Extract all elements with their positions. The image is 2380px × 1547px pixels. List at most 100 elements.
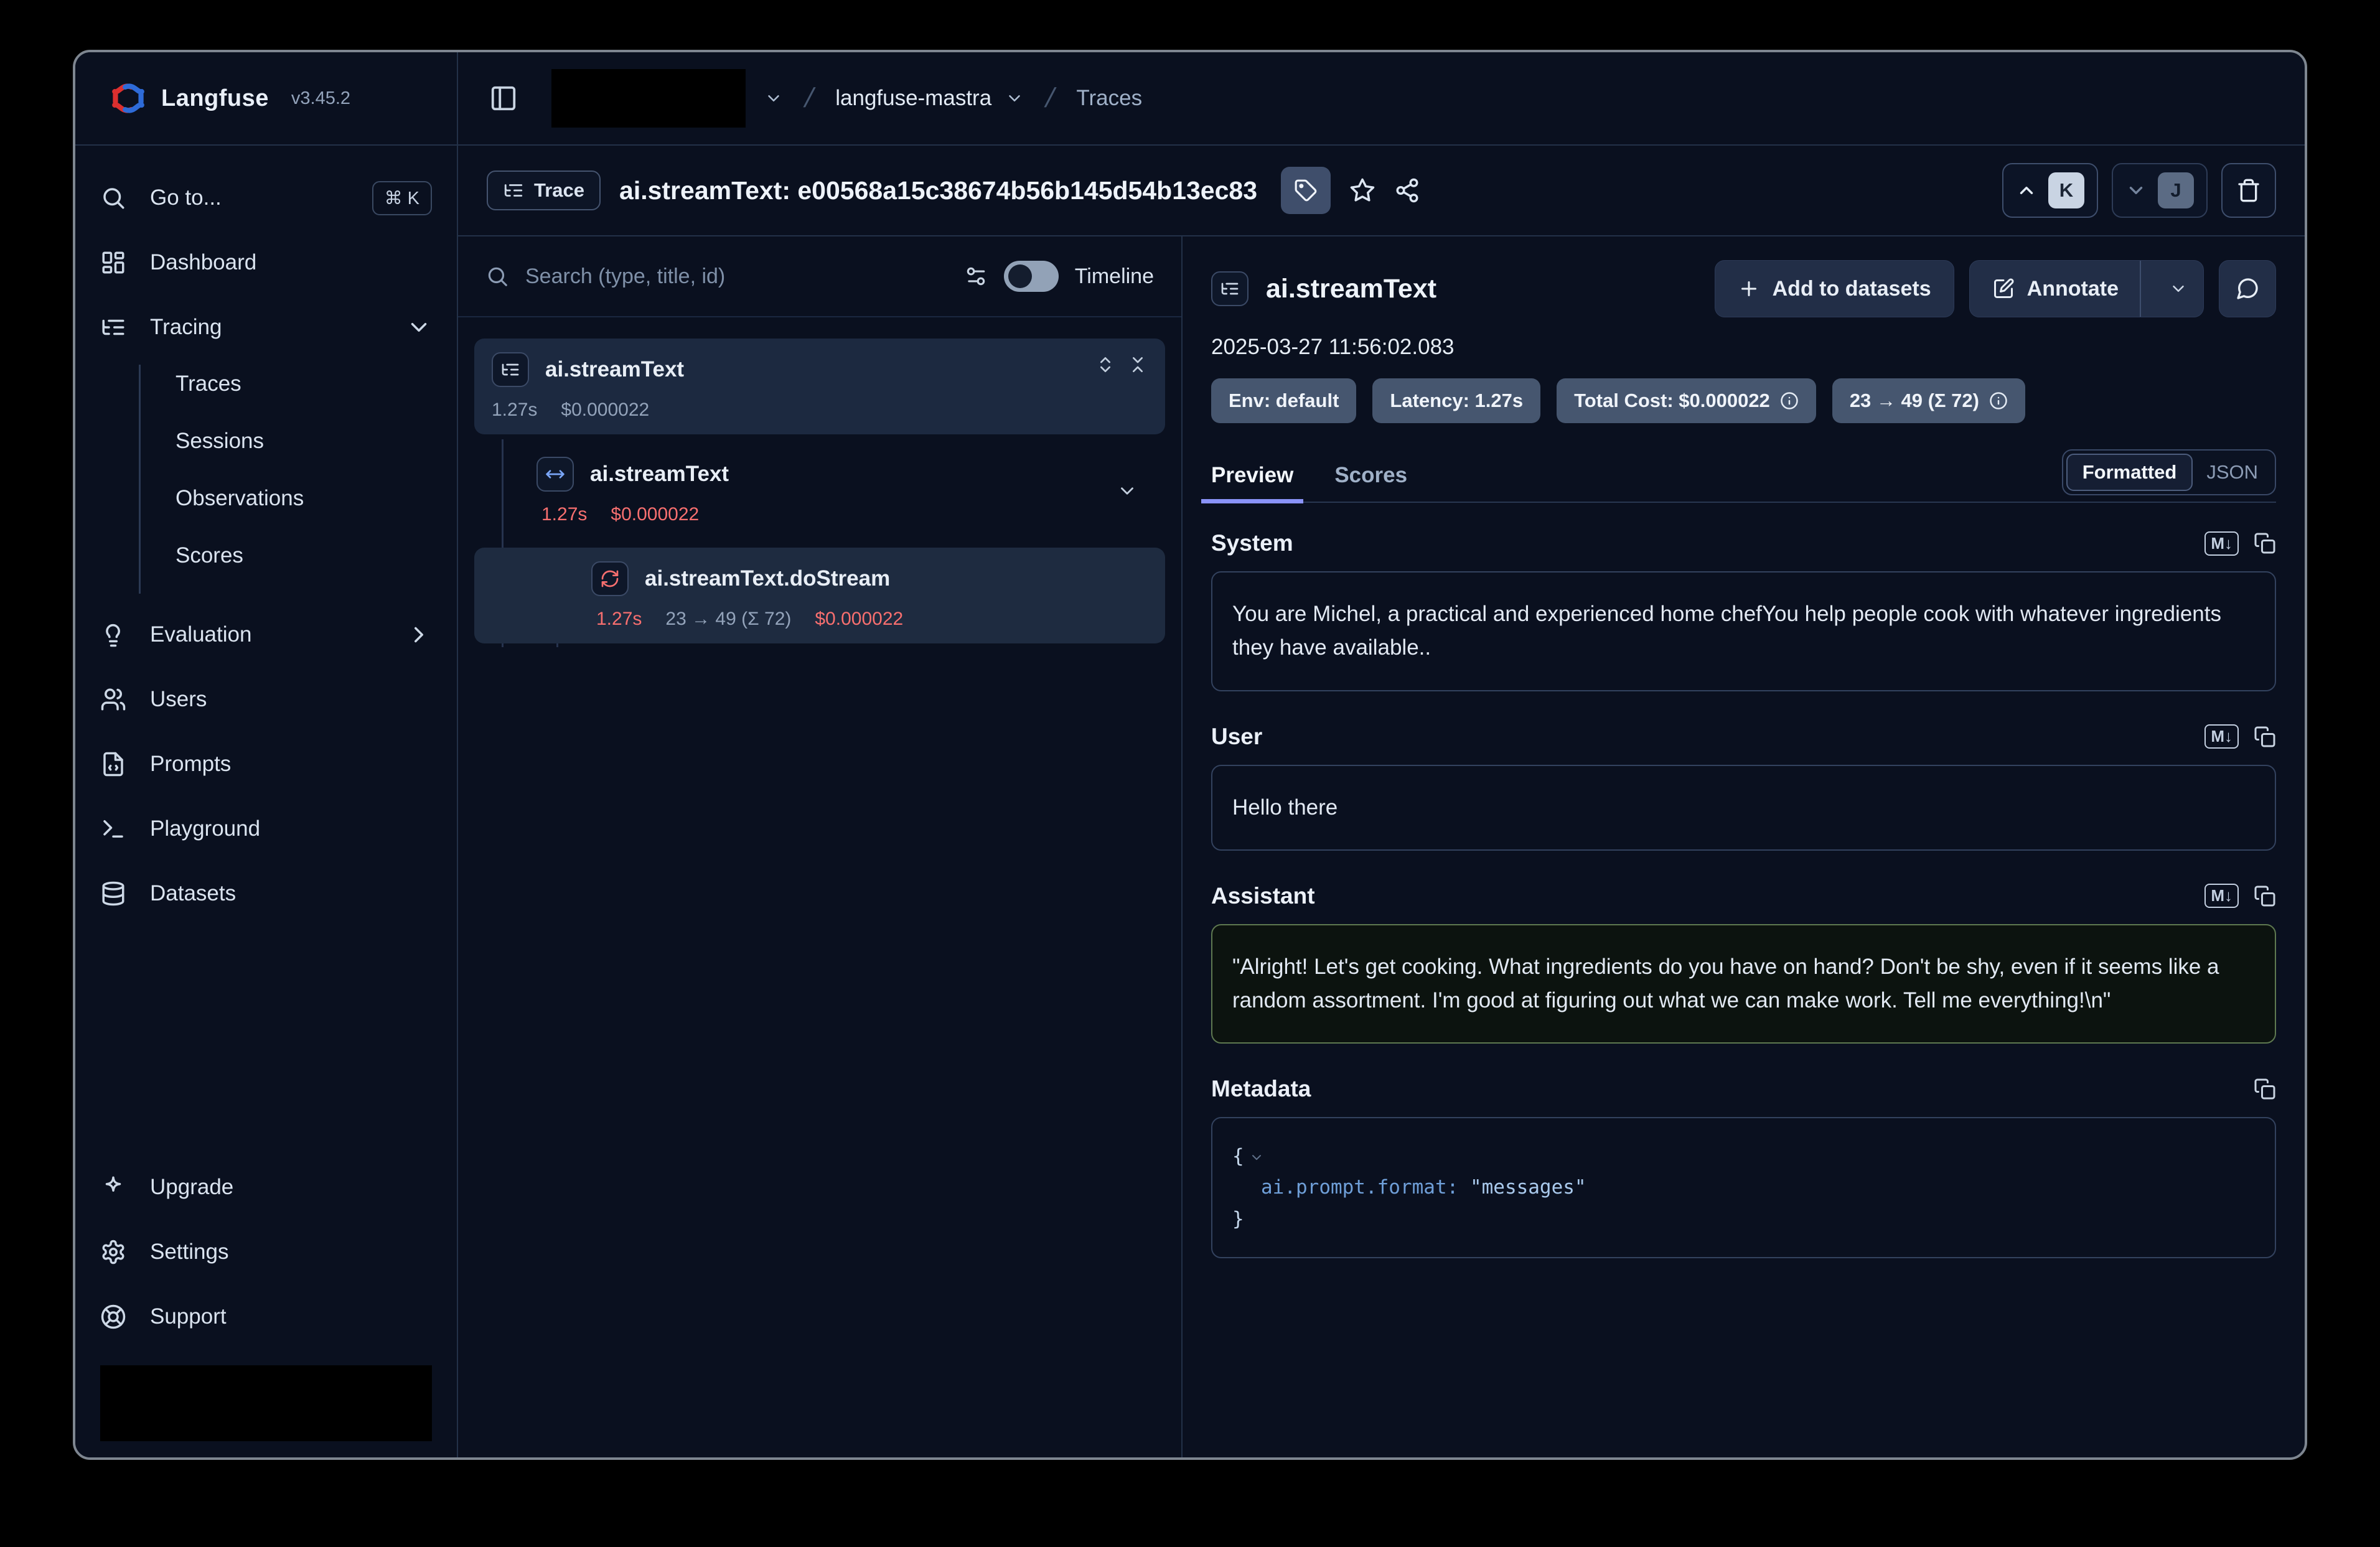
sidebar-item-tracing[interactable]: Tracing [100, 305, 432, 350]
system-message: You are Michel, a practical and experien… [1211, 571, 2276, 691]
copy-icon[interactable] [2254, 532, 2276, 554]
sidebar-item-evaluation[interactable]: Evaluation [100, 612, 432, 657]
chevron-down-icon[interactable] [1117, 480, 1138, 502]
generation-node-badge [591, 561, 629, 596]
metadata-section: Metadata { ai.prompt.format: "messages" … [1211, 1076, 2276, 1258]
arrows-horizontal-icon [545, 464, 565, 484]
format-formatted[interactable]: Formatted [2066, 454, 2193, 491]
search-icon [100, 185, 126, 211]
chevron-down-icon [1005, 89, 1024, 108]
sidebar-item-dashboard[interactable]: Dashboard [100, 240, 432, 285]
collapse-all-icon[interactable] [1128, 355, 1148, 375]
assistant-message: "Alright! Let's get cooking. What ingred… [1211, 924, 2276, 1044]
node-latency: 1.27s [492, 400, 537, 421]
node-title: ai.streamText [545, 357, 684, 382]
sidebar-item-users[interactable]: Users [100, 677, 432, 722]
sidebar-item-prompts[interactable]: Prompts [100, 742, 432, 787]
json-open-line: { [1232, 1141, 2255, 1172]
star-icon[interactable] [1349, 177, 1375, 203]
langfuse-logo-icon [110, 80, 146, 116]
sidebar-item-label: Settings [150, 1240, 228, 1264]
tree-search-row: Timeline [458, 236, 1181, 317]
edit-pen-icon [1992, 278, 2015, 300]
prev-trace-button[interactable]: K [2002, 163, 2098, 218]
observation-detail-panel: ai.streamText Add to datasets [1183, 236, 2305, 1457]
breadcrumb: / langfuse-mastra / Traces [458, 52, 2305, 146]
tree-search-input[interactable] [525, 264, 948, 289]
content-area: Timeline ai.streamText [458, 236, 2305, 1457]
section-label: Metadata [1211, 1076, 1311, 1102]
breadcrumb-project[interactable]: langfuse-mastra [835, 86, 1024, 111]
format-json[interactable]: JSON [2193, 455, 2272, 490]
sidebar-item-label: Prompts [150, 752, 231, 777]
share-icon[interactable] [1394, 177, 1420, 203]
copy-icon[interactable] [2254, 885, 2276, 907]
markdown-toggle-icon[interactable]: M↓ [2204, 531, 2239, 556]
tag-button[interactable] [1281, 167, 1331, 214]
redacted-org-selector[interactable] [551, 69, 746, 128]
json-key: ai.prompt.format: [1261, 1176, 1458, 1199]
button-label: Add to datasets [1773, 277, 1931, 301]
annotate-dropdown[interactable] [2153, 261, 2203, 317]
sidebar-item-support[interactable]: Support [100, 1294, 432, 1339]
sidebar-item-upgrade[interactable]: Upgrade [100, 1165, 432, 1210]
database-icon [100, 881, 126, 907]
keycap-k: K [2048, 172, 2084, 208]
tree-row-root[interactable]: ai.streamText 1.27s [474, 339, 1165, 434]
markdown-toggle-icon[interactable]: M↓ [2204, 724, 2239, 749]
timeline-toggle[interactable] [1004, 261, 1059, 292]
sidebar-toggle-icon[interactable] [489, 84, 518, 113]
node-tokens: 23 → 49 (Σ 72) [665, 609, 791, 630]
sidebar-item-playground[interactable]: Playground [100, 806, 432, 851]
token-usage-badge: 23 → 49 (Σ 72) [1832, 378, 2025, 423]
sidebar-item-label: Users [150, 687, 207, 712]
next-trace-button[interactable]: J [2112, 163, 2208, 218]
json-value: "messages" [1470, 1176, 1586, 1199]
tree-row-span[interactable]: ai.streamText 1.27s $0.000022 [474, 443, 1165, 539]
add-to-datasets-button[interactable]: Add to datasets [1715, 260, 1954, 317]
sidebar-item-sessions[interactable]: Sessions [176, 422, 432, 460]
json-brace: { [1232, 1145, 1244, 1167]
tag-icon [1294, 179, 1318, 202]
sidebar-item-scores[interactable]: Scores [176, 536, 432, 575]
filter-settings-icon[interactable] [964, 264, 988, 288]
delete-trace-button[interactable] [2221, 163, 2276, 218]
gear-icon [100, 1239, 126, 1265]
message-sections: System M↓ You are Michel, a practical an… [1211, 503, 2276, 1457]
info-icon[interactable] [1780, 391, 1799, 410]
chevron-down-icon[interactable] [764, 89, 783, 108]
trace-type-badge: Trace [487, 171, 601, 210]
copy-icon[interactable] [2254, 726, 2276, 748]
sidebar-item-label: Tracing [150, 315, 222, 340]
format-toggle: Formatted JSON [2062, 449, 2276, 495]
copy-icon[interactable] [2254, 1078, 2276, 1100]
badge-label: Latency: 1.27s [1390, 390, 1523, 412]
redacted-user-info[interactable] [100, 1365, 432, 1441]
tab-preview[interactable]: Preview [1211, 449, 1293, 502]
metric-badges: Env: default Latency: 1.27s Total Cost: … [1211, 378, 2276, 423]
sidebar-nav: Go to... ⌘ K Dashboard Tracing Trace [75, 146, 457, 1165]
user-section: User M↓ Hello there [1211, 724, 2276, 851]
sidebar-item-label: Evaluation [150, 622, 251, 647]
tracing-subgroup: Traces Sessions Observations Scores [139, 365, 432, 594]
sidebar-item-settings[interactable]: Settings [100, 1230, 432, 1274]
tab-scores[interactable]: Scores [1334, 449, 1407, 502]
sidebar-item-observations[interactable]: Observations [176, 479, 432, 518]
annotate-button[interactable]: Annotate [1969, 260, 2204, 317]
section-label: User [1211, 724, 1262, 750]
comments-button[interactable] [2219, 260, 2276, 317]
sidebar-item-goto[interactable]: Go to... ⌘ K [100, 175, 432, 220]
sidebar-item-label: Go to... [150, 185, 222, 210]
tree-row-generation[interactable]: ai.streamText.doStream 1.27s 23 → 49 (Σ … [474, 548, 1165, 643]
expand-all-icon[interactable] [1095, 355, 1115, 375]
json-collapse-icon[interactable] [1249, 1150, 1264, 1165]
sidebar-item-traces[interactable]: Traces [176, 365, 432, 403]
info-icon[interactable] [1989, 391, 2008, 410]
terminal-icon [100, 816, 126, 842]
goto-shortcut-keycap: ⌘ K [372, 181, 432, 215]
main-area: / langfuse-mastra / Traces Trace ai.stre… [458, 52, 2305, 1457]
logo-row: Langfuse v3.45.2 [75, 52, 457, 146]
user-message: Hello there [1211, 765, 2276, 851]
markdown-toggle-icon[interactable]: M↓ [2204, 884, 2239, 908]
sidebar-item-datasets[interactable]: Datasets [100, 871, 432, 916]
